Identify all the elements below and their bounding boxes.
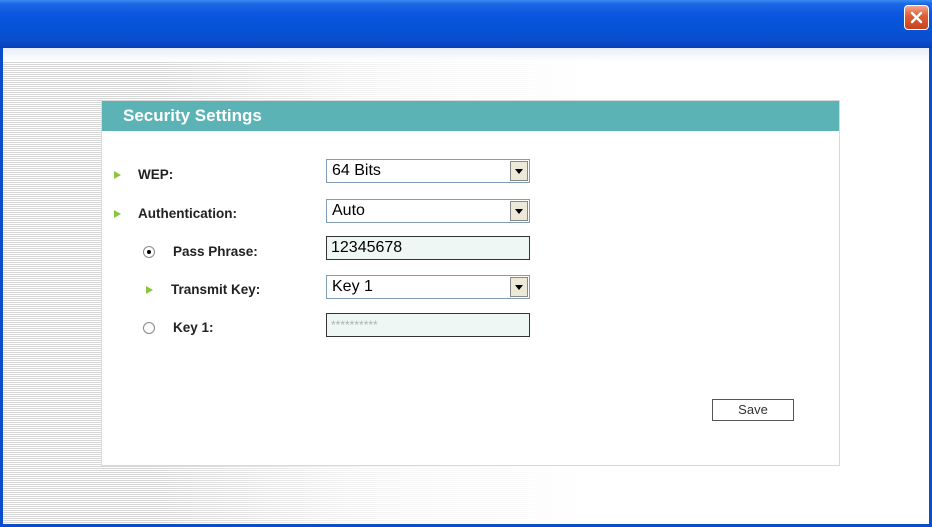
authentication-select-value: Auto [332, 202, 365, 219]
transmit-key-row: Transmit Key: [145, 282, 260, 297]
save-button[interactable]: Save [712, 399, 794, 421]
pass-phrase-input[interactable]: 12345678 [326, 236, 530, 260]
wep-select-value: 64 Bits [332, 162, 381, 179]
window-content: Security Settings WEP: 64 Bits Authentic… [0, 48, 932, 527]
transmit-key-select[interactable]: Key 1 [326, 275, 530, 299]
pass-phrase-radio[interactable] [143, 245, 155, 258]
close-button[interactable] [904, 5, 929, 30]
transmit-key-select-value: Key 1 [332, 278, 373, 295]
wep-label: WEP: [138, 167, 174, 182]
authentication-select[interactable]: Auto [326, 199, 530, 223]
pass-phrase-label: Pass Phrase: [173, 244, 258, 259]
authentication-row: Authentication: [113, 206, 237, 221]
key1-label: Key 1: [173, 320, 214, 335]
key1-input[interactable]: ********** [326, 313, 530, 337]
arrow-bullet-icon [146, 285, 153, 294]
window-titlebar [0, 0, 932, 49]
chevron-down-icon[interactable] [510, 161, 528, 181]
security-settings-panel: Security Settings WEP: 64 Bits Authentic… [101, 100, 840, 466]
panel-title: Security Settings [102, 101, 839, 131]
key1-radio[interactable] [143, 321, 155, 334]
transmit-key-label: Transmit Key: [171, 282, 261, 297]
arrow-bullet-icon [114, 209, 121, 218]
wep-row: WEP: [113, 167, 173, 182]
chevron-down-icon[interactable] [510, 277, 528, 297]
key1-row: Key 1: [143, 320, 214, 335]
arrow-bullet-icon [114, 170, 121, 179]
authentication-label: Authentication: [138, 206, 237, 221]
wep-select[interactable]: 64 Bits [326, 159, 530, 183]
pass-phrase-row: Pass Phrase: [143, 244, 258, 259]
close-icon [910, 11, 923, 24]
chevron-down-icon[interactable] [510, 201, 528, 221]
